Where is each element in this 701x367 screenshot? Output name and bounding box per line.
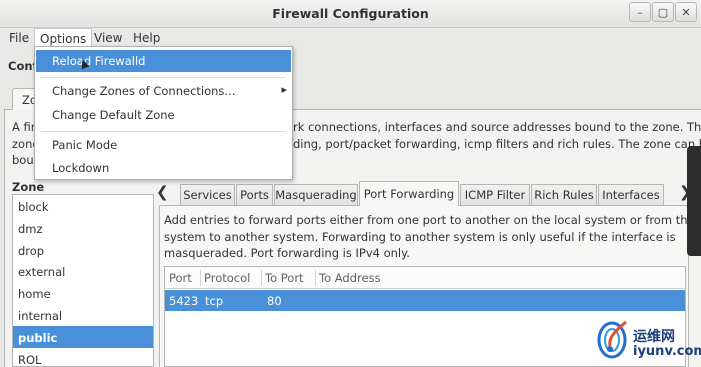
zone-item-block[interactable]: block (13, 195, 153, 217)
watermark-domain: iyunv.com (633, 344, 701, 359)
zone-item-rol[interactable]: ROL (13, 348, 153, 367)
menu-item-panic-mode[interactable]: Panic Mode (36, 134, 291, 156)
column-protocol[interactable]: Protocol (204, 271, 250, 285)
menu-separator (41, 131, 286, 132)
column-to-port[interactable]: To Port (265, 271, 304, 285)
zone-item-home[interactable]: home (13, 282, 153, 304)
zone-item-drop[interactable]: drop (13, 239, 153, 261)
column-port[interactable]: Port (169, 271, 192, 285)
tab-ports[interactable]: Ports (236, 184, 273, 205)
port-forwarding-description-line1: Add entries to forward ports either from… (164, 213, 701, 227)
close-button[interactable]: ✕ (675, 2, 697, 22)
watermark-brand: 运维网 (633, 329, 675, 345)
side-panel-handle[interactable] (687, 146, 701, 256)
menu-item-change-zones[interactable]: Change Zones of Connections... ▸ (36, 80, 291, 102)
tabs-scroll-left-icon[interactable]: ❮ (156, 183, 169, 201)
table-row[interactable]: 5423 tcp 80 (165, 290, 685, 311)
tab-rich-rules[interactable]: Rich Rules (531, 184, 597, 205)
watermark-logo-icon (597, 320, 627, 359)
table-header: Port Protocol To Port To Address (165, 267, 685, 289)
column-divider (200, 270, 201, 286)
zone-description-line1-left: A fir (12, 120, 36, 134)
watermark: 运维网 iyunv.com (596, 316, 701, 367)
window-controls: – ▢ ✕ (629, 2, 697, 22)
zone-item-internal[interactable]: internal (13, 304, 153, 326)
menu-item-change-zones-label: Change Zones of Connections... (52, 84, 236, 98)
tab-interfaces[interactable]: Interfaces (598, 184, 664, 205)
tab-services[interactable]: Services (180, 184, 235, 205)
menu-separator (41, 77, 286, 78)
tab-masquerading[interactable]: Masquerading (274, 184, 358, 205)
menu-item-lockdown[interactable]: Lockdown (36, 157, 291, 179)
submenu-arrow-icon: ▸ (281, 83, 287, 96)
cell-to-port: 80 (267, 294, 282, 308)
menu-help[interactable]: Help (130, 31, 163, 45)
zone-list-label: Zone (12, 180, 45, 194)
options-menu: Reload Firewalld Change Zones of Connect… (34, 46, 293, 180)
column-to-address[interactable]: To Address (319, 271, 381, 285)
zone-item-public[interactable]: public (13, 325, 153, 348)
column-divider (261, 270, 262, 286)
tab-port-forwarding[interactable]: Port Forwarding (359, 181, 459, 206)
maximize-button[interactable]: ▢ (652, 2, 674, 22)
zone-description-line2-right: ding, port/packet forwarding, icmp filte… (293, 137, 701, 151)
cell-port: 5423 (169, 294, 199, 308)
menu-item-reload-firewalld[interactable]: Reload Firewalld (36, 50, 291, 72)
tab-icmp-filter[interactable]: ICMP Filter (460, 184, 530, 205)
zone-list[interactable]: block dmz drop external home internal pu… (12, 194, 154, 367)
menu-view[interactable]: View (91, 31, 125, 45)
cell-protocol: tcp (205, 294, 224, 308)
column-divider (315, 270, 316, 286)
minimize-button[interactable]: – (629, 2, 651, 22)
port-forwarding-description-line3: masqueraded. Port forwarding is IPv4 onl… (164, 246, 410, 260)
port-forwarding-description-line2: system to another system. Forwarding to … (164, 230, 676, 244)
menu-file[interactable]: File (6, 31, 32, 45)
window-title: Firewall Configuration (272, 6, 429, 21)
menu-item-change-default-zone[interactable]: Change Default Zone (36, 104, 291, 126)
zone-item-external[interactable]: external (13, 260, 153, 282)
zone-description-line1-right: rk connections, interfaces and source ad… (293, 120, 701, 134)
title-bar: Firewall Configuration – ▢ ✕ (0, 0, 701, 28)
zone-item-dmz[interactable]: dmz (13, 217, 153, 239)
